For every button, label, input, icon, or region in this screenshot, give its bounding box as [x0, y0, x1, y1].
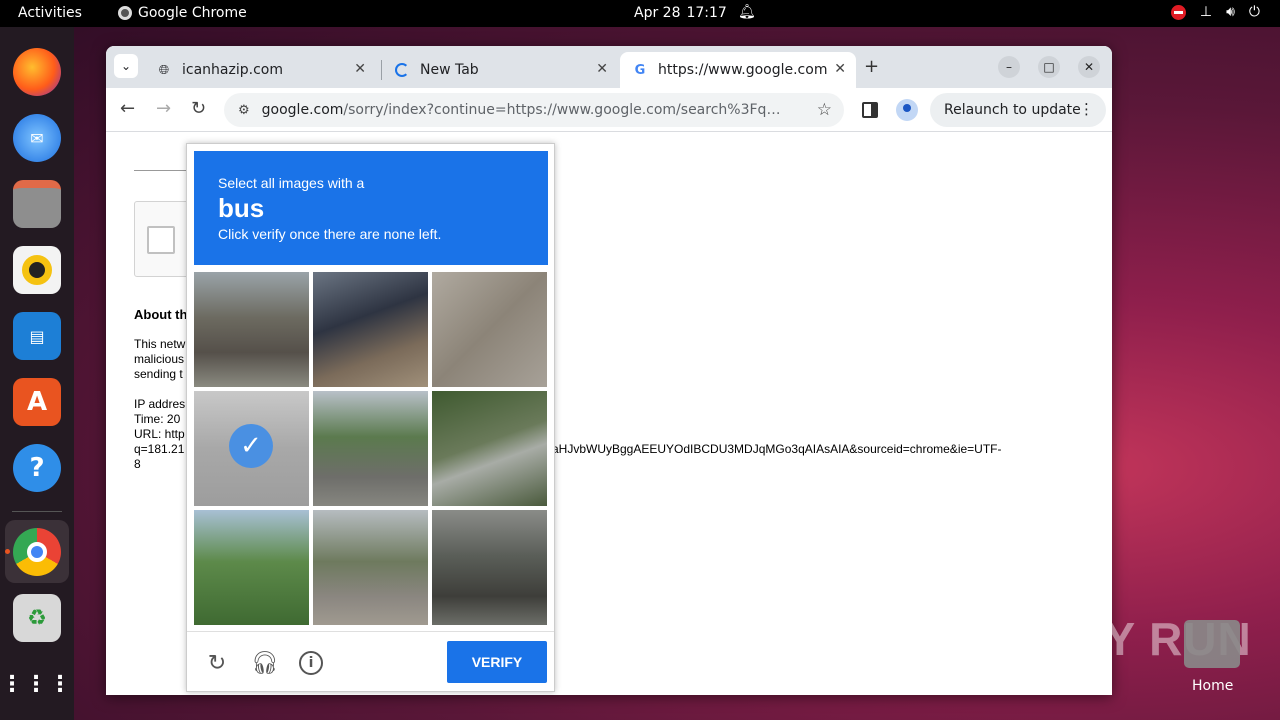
bookmark-star-icon[interactable]: ☆	[817, 100, 832, 120]
tab-new-tab[interactable]: New Tab ✕	[382, 52, 618, 88]
tab-title: icanhazip.com	[182, 62, 283, 78]
menu-dots-icon[interactable]: ⋮	[1079, 100, 1094, 118]
audio-challenge-icon[interactable]: 🎧︎	[251, 649, 279, 677]
forward-button[interactable]: →	[156, 98, 171, 119]
about-heading: About th	[134, 307, 188, 322]
profile-avatar[interactable]	[896, 99, 918, 121]
home-label: Home	[1192, 678, 1234, 694]
tab-title: New Tab	[420, 62, 479, 78]
tab-title: https://www.google.com	[658, 62, 828, 78]
new-tab-button[interactable]: +	[864, 56, 879, 77]
google-icon: G	[634, 62, 646, 78]
challenge-target: bus	[218, 193, 265, 223]
files-icon[interactable]	[13, 180, 61, 228]
info-line: Time: 20	[134, 412, 181, 426]
about-line: sending t	[134, 367, 183, 381]
maximize-button[interactable]: □	[1038, 56, 1060, 78]
request-info: IP addres Time: 20 URL: http q=181.21 8	[134, 397, 185, 472]
challenge-subtext: Click verify once there are none left.	[218, 226, 442, 242]
tab-strip: ⌄ 🌐︎ icanhazip.com ✕ New Tab ✕ G https:/…	[106, 46, 1112, 88]
captcha-tile[interactable]	[432, 391, 547, 506]
chevron-down-icon: ⌄	[120, 59, 132, 73]
trash-icon[interactable]: ♻	[13, 594, 61, 642]
reload-button[interactable]: ↻	[191, 98, 206, 119]
captcha-tile[interactable]	[313, 391, 428, 506]
app-menu[interactable]: Google Chrome	[118, 5, 247, 21]
info-line: 8	[134, 457, 141, 471]
address-bar[interactable]: ⚙ google.com /sorry/index?continue=https…	[224, 93, 844, 127]
firefox-icon[interactable]	[13, 48, 61, 96]
recaptcha-checkbox[interactable]	[147, 226, 175, 254]
bell-icon: 🔔︎	[738, 4, 756, 20]
selected-check-icon: ✓	[229, 424, 273, 468]
window-close-button[interactable]: ✕	[1078, 56, 1100, 78]
challenge-header: Select all images with a bus Click verif…	[194, 151, 548, 265]
app-center-icon[interactable]: A	[13, 378, 61, 426]
recaptcha-challenge: Select all images with a bus Click verif…	[186, 143, 555, 692]
globe-icon: 🌐︎	[158, 62, 170, 78]
verify-button[interactable]: VERIFY	[447, 641, 547, 683]
chrome-icon[interactable]	[13, 528, 61, 576]
captcha-tile[interactable]	[194, 510, 309, 625]
clock[interactable]: Apr 28 17:17	[634, 5, 727, 21]
about-line: malicious	[134, 352, 185, 366]
app-name: Google Chrome	[138, 5, 247, 21]
tab-icanhazip[interactable]: 🌐︎ icanhazip.com ✕	[144, 52, 376, 88]
captcha-tile[interactable]	[313, 272, 428, 387]
info-line: IP addres	[134, 397, 186, 411]
help-icon[interactable]: ?	[13, 444, 61, 492]
clock-date: Apr 28	[634, 5, 681, 21]
captcha-tile[interactable]	[432, 272, 547, 387]
info-line: URL: http	[134, 427, 185, 441]
clock-time: 17:17	[686, 5, 727, 21]
home-folder-icon[interactable]	[1184, 620, 1240, 668]
captcha-tile[interactable]	[432, 510, 547, 625]
chrome-small-icon	[118, 6, 132, 20]
do-not-disturb-icon	[1170, 4, 1186, 20]
close-icon[interactable]: ✕	[834, 61, 846, 77]
tab-google[interactable]: G https://www.google.com ✕	[620, 52, 856, 88]
captcha-tile[interactable]: ✓	[194, 391, 309, 506]
top-bar: Activities Google Chrome Apr 28 17:17 🔔︎…	[0, 0, 1280, 27]
close-icon[interactable]: ✕	[354, 61, 366, 77]
captcha-tile[interactable]	[313, 510, 428, 625]
network-icon: ⊥	[1199, 4, 1213, 20]
reload-challenge-icon[interactable]: ↻	[203, 649, 231, 677]
relaunch-button[interactable]: Relaunch to update ⋮	[930, 93, 1106, 127]
recaptcha-anchor	[134, 201, 194, 277]
running-indicator	[5, 549, 10, 554]
show-apps-icon[interactable]: ⋮⋮⋮	[1, 660, 71, 708]
loading-icon	[394, 62, 410, 78]
about-paragraph: This netw malicious sending t	[134, 337, 185, 382]
challenge-instruction: Select all images with a	[218, 175, 365, 191]
info-icon[interactable]: i	[299, 651, 323, 675]
rhythmbox-icon[interactable]	[13, 246, 61, 294]
back-button[interactable]: ←	[120, 98, 135, 119]
divider	[134, 170, 194, 171]
captcha-tile[interactable]	[194, 272, 309, 387]
about-line: This netw	[134, 337, 186, 351]
system-tray[interactable]: ⊥ 🔊︎ ⏻	[1170, 4, 1260, 20]
dock-separator	[12, 511, 62, 512]
url-path: /sorry/index?continue=https://www.google…	[343, 102, 784, 118]
url-host: google.com	[261, 102, 344, 118]
volume-icon: 🔊︎	[1226, 4, 1235, 20]
thunderbird-icon[interactable]: ✉	[13, 114, 61, 162]
activities-button[interactable]: Activities	[18, 5, 82, 21]
site-info-icon[interactable]: ⚙	[238, 103, 250, 118]
footer-divider	[187, 631, 554, 632]
toolbar: ← → ↻ ⚙ google.com /sorry/index?continue…	[106, 88, 1112, 132]
libreoffice-writer-icon[interactable]: ▤	[13, 312, 61, 360]
side-panel-button[interactable]	[862, 102, 878, 118]
url-continuation: aHJvbWUyBggAEEUYOdIBCDU3MDJqMGo3qAIAsAIA…	[552, 442, 1002, 456]
dock: ✉ ▤ A ? ♻ ⋮⋮⋮	[0, 27, 74, 720]
info-line: q=181.21	[134, 442, 185, 456]
tab-search-button[interactable]: ⌄	[114, 54, 138, 78]
relaunch-label: Relaunch to update	[944, 102, 1081, 118]
close-icon[interactable]: ✕	[596, 61, 608, 77]
power-icon: ⏻	[1248, 4, 1260, 20]
minimize-button[interactable]: –	[998, 56, 1020, 78]
